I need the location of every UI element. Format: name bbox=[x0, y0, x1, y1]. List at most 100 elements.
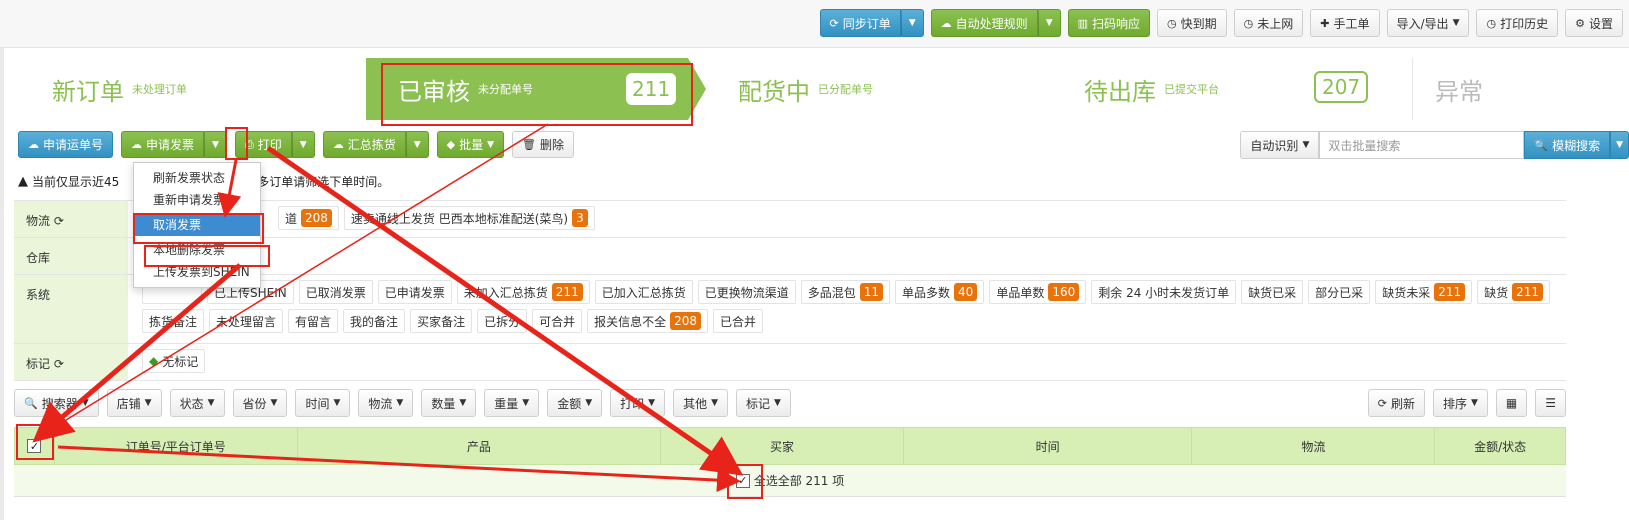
summary-pick-caret[interactable]: ▼ bbox=[405, 131, 429, 158]
column-product[interactable]: 产品 bbox=[298, 428, 662, 464]
filter-tag[interactable]: 速卖通线上发货 巴西本地标准配送(菜鸟) 3 bbox=[343, 206, 595, 230]
batch-search-input[interactable]: 双击批量搜索 bbox=[1319, 131, 1525, 159]
caret-down-icon: ▼ bbox=[396, 398, 404, 408]
print-caret[interactable]: ▼ bbox=[291, 131, 315, 158]
filter-tag[interactable]: 未加入汇总拣货 211 bbox=[456, 280, 590, 304]
menu-item-refresh-invoice[interactable]: 刷新发票状态 bbox=[134, 167, 260, 189]
column-filter-button[interactable]: 物流 ▼ bbox=[358, 389, 414, 417]
filter-tag[interactable]: 部分已采 bbox=[1308, 280, 1371, 304]
column-filter-button[interactable]: 打印 ▼ bbox=[610, 389, 666, 417]
caret-down-icon: ▼ bbox=[487, 139, 495, 150]
settings-button[interactable]: ⚙ 设置 bbox=[1565, 9, 1623, 37]
filter-tag[interactable]: 报关信息不全 208 bbox=[587, 309, 709, 333]
select-all-label[interactable]: 全选全部 211 项 bbox=[754, 472, 845, 489]
auto-detect-select[interactable]: 自动识别 ▼ bbox=[1240, 131, 1320, 159]
column-order-number[interactable]: 订单号/平台订单号 bbox=[55, 428, 298, 464]
column-filter-button[interactable]: 店铺 ▼ bbox=[106, 389, 162, 417]
caret-down-icon: ▼ bbox=[585, 398, 593, 408]
filter-tag-no-mark[interactable]: ◆ 无标记 bbox=[142, 349, 206, 373]
summary-pick-button[interactable]: ☁ 汇总拣货 bbox=[322, 131, 406, 158]
offline-button[interactable]: ◷ 未上网 bbox=[1233, 9, 1304, 37]
select-all-checkbox[interactable]: ✓ bbox=[27, 439, 42, 453]
filter-tag[interactable]: 单品多数 40 bbox=[895, 280, 985, 304]
menu-item-reapply-invoice[interactable]: 重新申请发票 bbox=[134, 189, 260, 211]
menu-item-cancel-invoice[interactable]: 取消发票 bbox=[134, 214, 260, 236]
select-all-items-checkbox[interactable]: ✓ bbox=[735, 473, 750, 488]
reviewed-count: 211 bbox=[626, 73, 677, 105]
sort-button[interactable]: 排序 ▼ bbox=[1432, 389, 1488, 417]
filter-label-logistics: 物流 ⟳ bbox=[14, 201, 128, 237]
grid-view-button[interactable]: ▦ bbox=[1495, 389, 1528, 417]
refresh-icon[interactable]: ⟳ bbox=[54, 357, 64, 371]
column-filter-button[interactable]: 数量 ▼ bbox=[421, 389, 477, 417]
filter-tag[interactable]: 已拆分 bbox=[477, 309, 528, 333]
filter-tag[interactable]: 已更换物流渠道 bbox=[697, 280, 796, 304]
apply-invoice-button[interactable]: ☁ 申请发票 bbox=[121, 131, 205, 158]
column-filter-button[interactable]: 金额 ▼ bbox=[547, 389, 603, 417]
step-new-order[interactable]: 新订单 未处理订单 bbox=[16, 58, 356, 120]
filter-tag[interactable]: 单品单数 160 bbox=[989, 280, 1087, 304]
column-time[interactable]: 时间 bbox=[904, 428, 1193, 464]
filter-tag[interactable]: 拣货备注 bbox=[142, 309, 205, 333]
filter-tag[interactable]: 有留言 bbox=[288, 309, 339, 333]
import-export-button[interactable]: 导入/导出 ▼ bbox=[1386, 9, 1470, 37]
filter-tag[interactable]: 买家备注 bbox=[410, 309, 473, 333]
filter-tag[interactable]: 未处理留言 bbox=[209, 309, 284, 333]
search-area: 自动识别 ▼ 双击批量搜索 🔍 模糊搜索 ▼ bbox=[1240, 131, 1629, 159]
cloud-icon: ☁ bbox=[940, 16, 952, 30]
apply-invoice-caret[interactable]: ▼ bbox=[204, 131, 227, 158]
print-history-button[interactable]: ◷ 打印历史 bbox=[1476, 9, 1559, 37]
apply-waybill-button[interactable]: ☁ 申请运单号 bbox=[18, 131, 114, 158]
column-filter-button[interactable]: 重量 ▼ bbox=[484, 389, 540, 417]
column-filter-button[interactable]: 时间 ▼ bbox=[295, 389, 351, 417]
column-buyer[interactable]: 买家 bbox=[661, 428, 904, 464]
print-button[interactable]: ⎙ 打印 bbox=[234, 131, 292, 158]
filter-tag[interactable]: 缺货 211 bbox=[1477, 280, 1551, 304]
filter-tag[interactable]: 缺货已采 bbox=[1241, 280, 1304, 304]
column-filter-button[interactable]: 省份 ▼ bbox=[232, 389, 288, 417]
manual-order-button[interactable]: ✚ 手工单 bbox=[1310, 9, 1380, 37]
filter-tag[interactable]: 已取消发票 bbox=[298, 280, 373, 304]
step-pending-outbound[interactable]: 待出库 已提交平台 207 bbox=[1064, 58, 1404, 120]
filter-tag[interactable]: 多品混包 11 bbox=[800, 280, 891, 304]
expiring-button[interactable]: ◷ 快到期 bbox=[1157, 9, 1227, 37]
filter-tag[interactable]: 缺货未采 211 bbox=[1375, 280, 1473, 304]
refresh-button[interactable]: ⟳ 刷新 bbox=[1367, 389, 1425, 417]
auto-rules-caret[interactable]: ▼ bbox=[1037, 9, 1061, 37]
filter-tag[interactable]: 已合并 bbox=[713, 309, 764, 333]
column-filter-button[interactable]: 状态 ▼ bbox=[169, 389, 225, 417]
filter-tag[interactable]: 我的备注 bbox=[343, 309, 406, 333]
column-amount-status[interactable]: 金额/状态 bbox=[1435, 428, 1565, 464]
sync-order-caret[interactable]: ▼ bbox=[900, 9, 924, 37]
step-exception[interactable]: 异常 bbox=[1412, 58, 1566, 120]
caret-down-icon: ▼ bbox=[774, 398, 781, 408]
filter-tag[interactable]: 道 208 bbox=[278, 206, 339, 230]
grid-icon: ▦ bbox=[1505, 396, 1518, 410]
top-toolbar: ⟳ 同步订单 ▼ ☁ 自动处理规则 ▼ ▥ 扫码响应 ◷ 快到期 ◷ 未上网 ✚ 手工单 导… bbox=[0, 0, 1629, 48]
step-picking[interactable]: 配货中 已分配单号 bbox=[716, 58, 1056, 120]
menu-item-delete-local-invoice[interactable]: 本地删除发票 bbox=[134, 239, 260, 261]
gear-icon: ⚙ bbox=[1575, 16, 1585, 30]
column-filter-button[interactable]: 其他 ▼ bbox=[673, 389, 729, 417]
list-view-button[interactable]: ☰ bbox=[1535, 389, 1566, 417]
scan-response-button[interactable]: ▥ 扫码响应 bbox=[1067, 9, 1151, 37]
auto-rules-button[interactable]: ☁ 自动处理规则 bbox=[930, 9, 1038, 37]
fuzzy-search-caret[interactable]: ▼ bbox=[1610, 131, 1629, 159]
batch-button[interactable]: ◆ 批量 ▼ bbox=[436, 131, 505, 158]
fuzzy-search-button[interactable]: 🔍 模糊搜索 bbox=[1524, 131, 1611, 159]
delete-button[interactable]: 🗑 删除 bbox=[512, 131, 575, 158]
filter-tag[interactable]: 已申请发票 bbox=[377, 280, 452, 304]
menu-item-upload-invoice-shein[interactable]: 上传发票到SHEIN bbox=[134, 261, 260, 283]
column-logistics[interactable]: 物流 bbox=[1192, 428, 1436, 464]
filter-tag[interactable]: 可合并 bbox=[532, 309, 583, 333]
step-reviewed[interactable]: 已审核 未分配单号 211 bbox=[366, 58, 688, 120]
column-filter-button[interactable]: 🔍 搜索器 ▼ bbox=[14, 389, 99, 417]
refresh-icon[interactable]: ⟳ bbox=[54, 214, 64, 228]
caret-down-icon: ▼ bbox=[81, 398, 89, 408]
filter-tag[interactable]: 已加入汇总拣货 bbox=[594, 280, 693, 304]
plus-icon: ✚ bbox=[1320, 16, 1330, 30]
filter-tag[interactable]: 剩余 24 小时未发货订单 bbox=[1091, 280, 1237, 304]
caret-down-icon: ▼ bbox=[522, 398, 530, 408]
column-filter-button[interactable]: 标记 ▼ bbox=[736, 389, 791, 417]
sync-order-button[interactable]: ⟳ 同步订单 bbox=[819, 9, 901, 37]
